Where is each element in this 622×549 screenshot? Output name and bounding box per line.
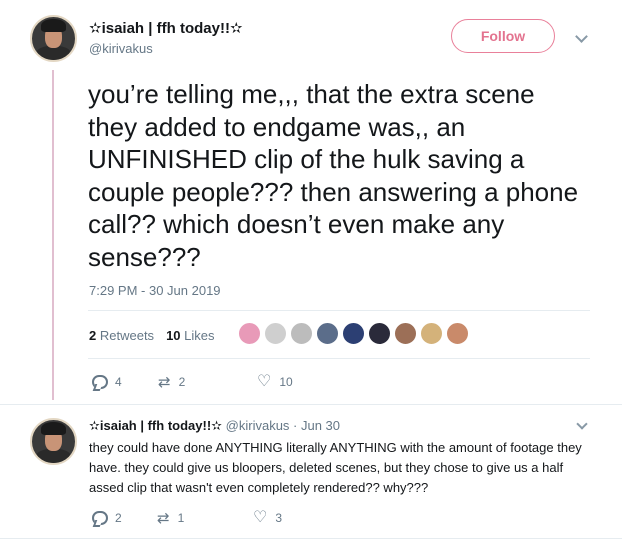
like-count: 3 xyxy=(275,511,283,525)
liker-avatar[interactable] xyxy=(316,322,339,345)
retweet-count: 1 xyxy=(177,511,185,525)
reply-count: 2 xyxy=(115,511,122,525)
reply-icon xyxy=(91,375,108,389)
retweet-button[interactable]: ⇄ 2 xyxy=(158,375,257,390)
heart-icon: ♡ xyxy=(253,509,268,526)
like-button[interactable]: ♡ 3 xyxy=(253,510,319,526)
like-count: 10 xyxy=(279,375,293,389)
reply-display-name[interactable]: ✫isaiah | ffh today!!✫ xyxy=(89,418,222,433)
reply-meta[interactable]: @kirivakus · Jun 30 xyxy=(226,418,340,433)
reply-count: 4 xyxy=(115,375,122,389)
liker-avatars xyxy=(238,322,469,345)
tweet-text: you’re telling me,,, that the extra scen… xyxy=(88,79,579,272)
liker-avatar[interactable] xyxy=(420,322,443,345)
tweet-actions: 4 ⇄ 2 ♡ 10 xyxy=(91,374,324,390)
retweet-icon: ⇄ xyxy=(158,373,171,391)
chevron-down-icon[interactable] xyxy=(576,418,588,430)
user-handle[interactable]: @kirivakus xyxy=(89,41,153,56)
likes-stat[interactable]: 10 Likes xyxy=(166,328,214,343)
divider xyxy=(0,404,622,405)
liker-avatar[interactable] xyxy=(290,322,313,345)
reply-avatar[interactable] xyxy=(30,418,77,465)
divider xyxy=(88,358,590,359)
heart-icon: ♡ xyxy=(257,373,272,390)
retweet-count: 2 xyxy=(178,375,186,389)
retweet-button[interactable]: ⇄ 1 xyxy=(157,511,253,526)
avatar[interactable] xyxy=(30,15,77,62)
liker-avatar[interactable] xyxy=(394,322,417,345)
divider xyxy=(88,310,590,311)
retweets-stat[interactable]: 2 Retweets xyxy=(89,328,154,343)
reply-header: ✫isaiah | ffh today!!✫ @kirivakus · Jun … xyxy=(89,418,340,434)
thread-line xyxy=(52,70,54,400)
reply-actions: 2 ⇄ 1 ♡ 3 xyxy=(91,510,319,526)
like-button[interactable]: ♡ 10 xyxy=(257,374,324,390)
reply-text: they could have done ANYTHING literally … xyxy=(89,440,582,495)
liker-avatar[interactable] xyxy=(264,322,287,345)
tweet-timestamp[interactable]: 7:29 PM - 30 Jun 2019 xyxy=(89,283,221,298)
divider xyxy=(0,538,622,539)
liker-avatar[interactable] xyxy=(238,322,261,345)
display-name[interactable]: ✫isaiah | ffh today!!✫ xyxy=(89,19,243,37)
engagement-stats: 2 Retweets 10 Likes xyxy=(89,328,215,343)
chevron-down-icon[interactable] xyxy=(575,30,588,43)
retweet-icon: ⇄ xyxy=(157,509,170,527)
reply-icon xyxy=(91,511,108,525)
liker-avatar[interactable] xyxy=(446,322,469,345)
liker-avatar[interactable] xyxy=(342,322,365,345)
follow-button[interactable]: Follow xyxy=(451,19,555,53)
reply-button[interactable]: 4 xyxy=(91,375,158,389)
reply-button[interactable]: 2 xyxy=(91,511,157,525)
liker-avatar[interactable] xyxy=(368,322,391,345)
